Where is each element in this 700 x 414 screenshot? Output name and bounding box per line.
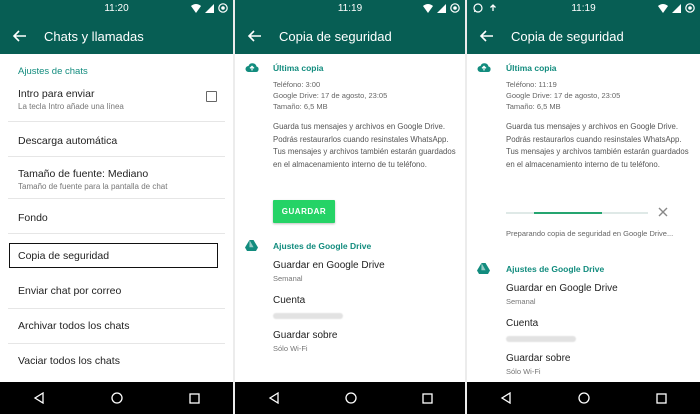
- screen-backup-in-progress: 11:19 Copia de seguridad Última copia Te…: [467, 0, 700, 414]
- enter-to-send-checkbox[interactable]: [206, 91, 217, 102]
- setting-label: Archivar todos los chats: [18, 320, 130, 332]
- setting-sublabel: Sólo Wi-Fi: [506, 367, 541, 376]
- section-header: Ajustes de chats: [18, 66, 88, 77]
- back-arrow-icon[interactable]: [247, 28, 263, 44]
- battery-icon: [218, 3, 228, 13]
- nav-home-icon[interactable]: [111, 392, 123, 404]
- setting-sublabel: Semanal: [273, 274, 303, 283]
- app-bar: Chats y llamadas: [0, 18, 233, 54]
- drive-settings-heading: Ajustes de Google Drive: [273, 241, 372, 251]
- last-backup-phone: Teléfono: 11:19: [506, 80, 557, 89]
- setting-sublabel: Semanal: [506, 297, 536, 306]
- status-bar: 11:19: [235, 0, 465, 18]
- backup-content: Última copia Teléfono: 3:00 Google Drive…: [235, 54, 465, 382]
- setting-auto-download[interactable]: Descarga automática: [8, 122, 225, 157]
- progress-fill: [534, 212, 602, 214]
- setting-save-to-drive[interactable]: Guardar en Google Drive Semanal: [273, 260, 457, 292]
- setting-wallpaper[interactable]: Fondo: [8, 199, 225, 234]
- cloud-upload-icon: [477, 63, 491, 72]
- page-title: Copia de seguridad: [279, 28, 392, 44]
- setting-label: Tamaño de fuente: Mediano: [18, 168, 149, 180]
- setting-sublabel: Tamaño de fuente para la pantalla de cha…: [18, 182, 168, 191]
- nav-recents-icon[interactable]: [189, 392, 200, 404]
- setting-sublabel: Sólo Wi-Fi: [273, 344, 308, 353]
- account-email-redacted: [506, 336, 576, 342]
- last-backup-drive: Google Drive: 17 de agosto, 23:05: [273, 91, 388, 100]
- setting-backup-over[interactable]: Guardar sobre Sólo Wi-Fi: [273, 330, 457, 362]
- setting-label: Guardar sobre: [506, 353, 571, 364]
- battery-icon: [685, 3, 695, 13]
- last-backup-size: Tamaño: 6,5 MB: [273, 102, 328, 111]
- screen-backup: 11:19 Copia de seguridad Última copia Te…: [235, 0, 465, 414]
- setting-label: Guardar en Google Drive: [273, 260, 385, 271]
- google-drive-icon: [477, 263, 490, 274]
- last-backup-heading: Última copia: [273, 63, 324, 73]
- setting-label: Copia de seguridad: [18, 250, 110, 262]
- setting-label: Enviar chat por correo: [18, 285, 122, 297]
- setting-sublabel: La tecla Intro añade una línea: [18, 102, 124, 111]
- backup-content: Última copia Teléfono: 11:19 Google Driv…: [467, 54, 700, 382]
- page-title: Chats y llamadas: [44, 28, 144, 44]
- nav-bar: [235, 382, 465, 414]
- progress-status: Preparando copia de seguridad en Google …: [506, 229, 674, 238]
- account-email-redacted: [273, 313, 343, 319]
- last-backup-phone: Teléfono: 3:00: [273, 80, 321, 89]
- status-bar: 11:20: [0, 0, 233, 18]
- nav-recents-icon[interactable]: [656, 392, 667, 404]
- last-backup-heading: Última copia: [506, 63, 557, 73]
- nav-home-icon[interactable]: [578, 392, 590, 404]
- wifi-icon: [423, 3, 433, 13]
- drive-settings-heading: Ajustes de Google Drive: [506, 264, 605, 274]
- google-drive-icon: [245, 240, 258, 251]
- setting-label: Fondo: [18, 212, 48, 224]
- backup-description: Guarda tus mensajes y archivos en Google…: [273, 122, 456, 169]
- setting-archive-all[interactable]: Archivar todos los chats: [8, 309, 225, 344]
- battery-icon: [450, 3, 460, 13]
- app-bar: Copia de seguridad: [467, 18, 700, 54]
- page-title: Copia de seguridad: [511, 28, 624, 44]
- backup-description: Guarda tus mensajes y archivos en Google…: [506, 122, 689, 169]
- setting-backup[interactable]: Copia de seguridad: [9, 243, 218, 268]
- cloud-upload-icon: [245, 63, 259, 72]
- nav-back-icon[interactable]: [268, 392, 280, 404]
- back-arrow-icon[interactable]: [479, 28, 495, 44]
- setting-email-chat[interactable]: Enviar chat por correo: [8, 274, 225, 309]
- signal-icon: [205, 3, 214, 13]
- setting-backup-over[interactable]: Guardar sobre Sólo Wi-Fi: [506, 353, 692, 381]
- nav-back-icon[interactable]: [33, 392, 45, 404]
- setting-font-size[interactable]: Tamaño de fuente: Mediano Tamaño de fuen…: [8, 157, 225, 199]
- setting-label: Intro para enviar: [18, 88, 95, 100]
- back-arrow-icon[interactable]: [12, 28, 28, 44]
- nav-recents-icon[interactable]: [421, 392, 433, 404]
- app-bar: Copia de seguridad: [235, 18, 465, 54]
- setting-label: Vaciar todos los chats: [18, 355, 120, 367]
- setting-label: Guardar en Google Drive: [506, 283, 618, 294]
- nav-home-icon[interactable]: [344, 392, 357, 404]
- cancel-backup-icon[interactable]: [658, 207, 668, 217]
- setting-enter-to-send[interactable]: Intro para enviar La tecla Intro añade u…: [8, 82, 225, 122]
- wifi-icon: [191, 3, 201, 13]
- status-bar: 11:19: [467, 0, 700, 18]
- setting-save-to-drive[interactable]: Guardar en Google Drive Semanal: [506, 283, 692, 315]
- wifi-icon: [658, 3, 668, 13]
- setting-account[interactable]: Cuenta: [506, 318, 692, 350]
- setting-label: Cuenta: [506, 318, 539, 329]
- screen-chats-settings: 11:20 Chats y llamadas Ajustes de chats …: [0, 0, 233, 414]
- nav-bar: [467, 382, 700, 414]
- nav-back-icon[interactable]: [500, 392, 512, 404]
- last-backup-size: Tamaño: 6,5 MB: [506, 102, 561, 111]
- settings-list: Ajustes de chats Intro para enviar La te…: [0, 54, 233, 382]
- nav-bar: [0, 382, 233, 414]
- setting-label: Cuenta: [273, 295, 306, 306]
- signal-icon: [672, 3, 681, 13]
- setting-label: Descarga automática: [18, 135, 118, 147]
- save-backup-button[interactable]: GUARDAR: [273, 200, 335, 223]
- setting-label: Guardar sobre: [273, 330, 338, 341]
- signal-icon: [437, 3, 446, 13]
- last-backup-drive: Google Drive: 17 de agosto, 23:05: [506, 91, 621, 100]
- setting-clear-all[interactable]: Vaciar todos los chats: [8, 344, 225, 378]
- setting-account[interactable]: Cuenta: [273, 295, 457, 327]
